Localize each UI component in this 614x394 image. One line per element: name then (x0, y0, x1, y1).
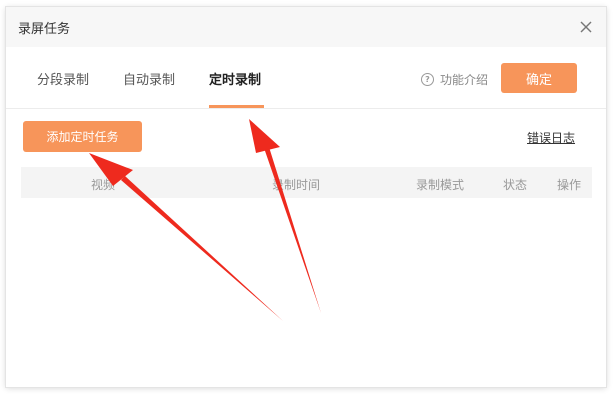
tab-segment-record[interactable]: 分段录制 (37, 69, 89, 88)
tab-auto-record[interactable]: 自动录制 (123, 69, 175, 88)
column-header-video: 视频 (91, 178, 116, 192)
column-header-status: 状态 (503, 178, 528, 192)
add-scheduled-task-button[interactable]: 添加定时任务 (23, 121, 142, 152)
help-link[interactable]: ? 功能介绍 (421, 71, 488, 88)
column-header-record-mode: 录制模式 (416, 178, 465, 192)
help-label: 功能介绍 (440, 73, 489, 87)
column-header-record-time: 录制时间 (272, 178, 321, 192)
table-header: 视频 录制时间 录制模式 状态 操作 (21, 167, 592, 198)
error-log-link[interactable]: 错误日志 (527, 129, 575, 146)
active-tab-indicator (209, 105, 264, 108)
close-icon[interactable] (576, 17, 596, 37)
dialog-titlebar: 录屏任务 (6, 7, 606, 47)
dialog-title: 录屏任务 (18, 22, 71, 37)
column-header-actions: 操作 (557, 178, 582, 192)
confirm-button[interactable]: 确定 (501, 63, 577, 93)
tab-scheduled-record[interactable]: 定时录制 (209, 69, 261, 88)
record-task-dialog: 录屏任务 分段录制 自动录制 定时录制 ? 功能介绍 确定 添加定时任务 错误日… (6, 7, 606, 387)
question-circle-icon: ? (421, 73, 434, 86)
tab-bar: 分段录制 自动录制 定时录制 ? 功能介绍 确定 (6, 47, 606, 109)
